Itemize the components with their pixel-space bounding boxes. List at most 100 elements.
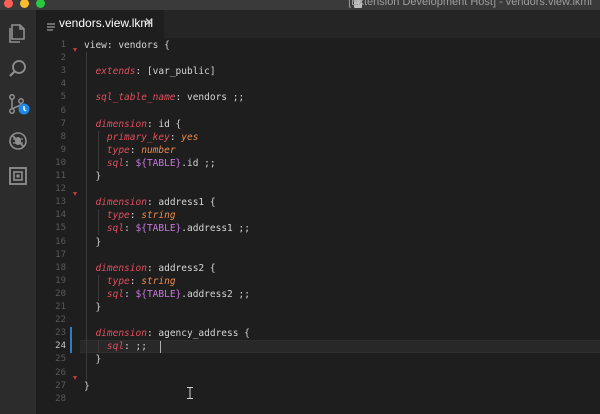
code-editor[interactable]: 1 2 3 4 5 6 7 8 9 10 11 12 13 14 15 16 17 18 19 20 21 22 23 24 2…	[36, 38, 600, 414]
keyword-token: primary_key	[106, 131, 170, 143]
text-token: : agency_address {	[146, 328, 250, 340]
keyword-token: dimension	[95, 328, 147, 340]
code-line[interactable]: }	[84, 170, 101, 183]
line-number: 28	[55, 393, 66, 404]
zoom-window-button[interactable]	[36, 0, 45, 8]
line-number: 2	[60, 53, 66, 64]
text-token: view: vendors {	[84, 40, 170, 51]
code-line[interactable]: sql_table_name: vendors ;;	[84, 91, 244, 104]
text-token: : [var_public]	[135, 66, 216, 78]
text-token: : address2 {	[146, 262, 216, 274]
line-number: 23	[55, 328, 66, 339]
line-number: 9	[60, 144, 66, 155]
keyword-token: type	[106, 210, 130, 222]
code-line[interactable]: sql: ${TABLE}.address1 ;;	[84, 222, 250, 235]
text-token: .address1 ;;	[181, 223, 250, 235]
text-token: :	[129, 210, 142, 222]
text-token: }	[84, 354, 102, 366]
text-token: :	[124, 223, 136, 235]
code-line[interactable]: type: string	[84, 275, 176, 288]
text-token: : ;;	[124, 341, 147, 353]
close-window-button[interactable]	[4, 0, 13, 8]
line-number: 14	[55, 210, 66, 221]
text-token: .address2 ;;	[181, 288, 250, 300]
code-line[interactable]: extends: [var_public]	[84, 65, 216, 78]
code-line[interactable]: sql: ${TABLE}.id ;;	[84, 157, 216, 170]
fold-chevron-icon[interactable]	[73, 375, 77, 380]
minimize-window-button[interactable]	[20, 0, 29, 8]
text-token: :	[129, 275, 142, 287]
search-icon[interactable]	[7, 58, 29, 80]
text-cursor-icon	[186, 384, 194, 399]
code-line[interactable]: dimension: address2 {	[84, 262, 216, 275]
line-number: 10	[55, 157, 66, 168]
current-line-highlight	[80, 340, 600, 354]
line-number: 24	[55, 341, 66, 352]
close-icon[interactable]: ✕	[144, 15, 154, 29]
text-token: }	[84, 171, 102, 182]
text-token: :	[169, 131, 182, 143]
window-title: [Extension Development Host] - vendors.v…	[348, 0, 592, 8]
keyword-token: sql	[106, 223, 125, 235]
text-token: :	[124, 157, 136, 169]
code-line[interactable]: }	[84, 301, 101, 314]
variable-token: ${TABLE}	[135, 157, 182, 169]
file-lines-icon	[47, 18, 55, 31]
code-line[interactable]: }	[84, 353, 101, 366]
source-control-icon[interactable]	[7, 93, 30, 115]
line-number: 13	[55, 197, 66, 208]
files-icon[interactable]	[7, 22, 29, 44]
text-token: }	[84, 380, 90, 392]
tab-bar: vendors.view.lkml ✕	[36, 10, 600, 38]
keyword-token: extends	[95, 66, 136, 78]
code-line[interactable]: }	[84, 236, 101, 249]
keyword-token: sql_table_name	[95, 92, 176, 104]
tab-label: vendors.view.lkml	[59, 16, 154, 30]
fold-chevron-icon[interactable]	[73, 192, 77, 197]
keyword-token: dimension	[95, 118, 147, 130]
line-number: 6	[60, 105, 66, 116]
text-token: : id {	[146, 118, 182, 130]
variable-token: ${TABLE}	[135, 223, 182, 235]
line-number: 7	[60, 118, 66, 129]
text-token: :	[124, 288, 136, 300]
code-line[interactable]: }	[84, 380, 90, 393]
extensions-icon[interactable]	[7, 165, 29, 187]
modified-lines-indicator	[70, 327, 72, 354]
text-token: :	[129, 144, 142, 156]
title-bar: [Extension Development Host] - vendors.v…	[0, 0, 600, 10]
code-line[interactable]: type: string	[84, 209, 176, 222]
text-token: }	[84, 236, 102, 248]
code-line[interactable]: sql: ${TABLE}.address2 ;;	[84, 288, 250, 301]
keyword-token: dimension	[95, 262, 147, 274]
code-line[interactable]: view: vendors {	[84, 39, 170, 52]
line-number: 5	[60, 92, 66, 103]
keyword-token: type	[106, 275, 130, 287]
code-line[interactable]: dimension: agency_address {	[84, 327, 250, 340]
value-token: string	[141, 210, 176, 222]
code-line[interactable]: dimension: id {	[84, 118, 181, 131]
fold-chevron-icon[interactable]	[73, 48, 77, 53]
line-number: 20	[55, 288, 66, 299]
code-line[interactable]: dimension: address1 {	[84, 196, 216, 209]
text-token: : address1 {	[146, 197, 216, 209]
code-line[interactable]: sql: ;;	[84, 340, 147, 353]
tab-vendors-view[interactable]: vendors.view.lkml ✕	[36, 10, 164, 38]
line-number: 11	[55, 171, 66, 181]
line-number: 4	[60, 79, 66, 90]
code-line[interactable]: type: number	[84, 144, 176, 157]
code-line[interactable]: primary_key: yes	[84, 131, 199, 144]
line-number: 26	[55, 367, 66, 378]
line-number: 18	[55, 262, 66, 273]
debug-icon[interactable]	[7, 130, 29, 152]
activity-bar	[0, 10, 36, 414]
text-token: .id ;;	[181, 157, 216, 169]
